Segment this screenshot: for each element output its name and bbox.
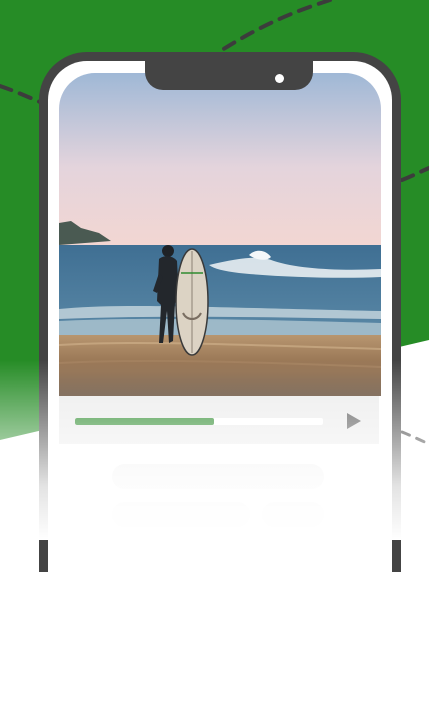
content-placeholder-line — [262, 502, 324, 527]
video-progress-fill — [75, 418, 214, 425]
play-icon[interactable] — [346, 412, 362, 430]
phone-screen — [59, 73, 381, 572]
video-player-controls — [59, 396, 379, 444]
phone-frame — [39, 52, 401, 572]
illustration-stage — [0, 0, 429, 715]
camera-icon — [275, 74, 284, 83]
video-progress-bar[interactable] — [75, 418, 323, 425]
surfer-beach-photo — [59, 73, 381, 396]
dashed-curve-decoration-lower — [400, 430, 429, 446]
phone-notch — [145, 61, 313, 90]
surfboard — [175, 248, 209, 356]
content-placeholder-line — [112, 502, 250, 527]
content-placeholder-line — [112, 464, 324, 489]
